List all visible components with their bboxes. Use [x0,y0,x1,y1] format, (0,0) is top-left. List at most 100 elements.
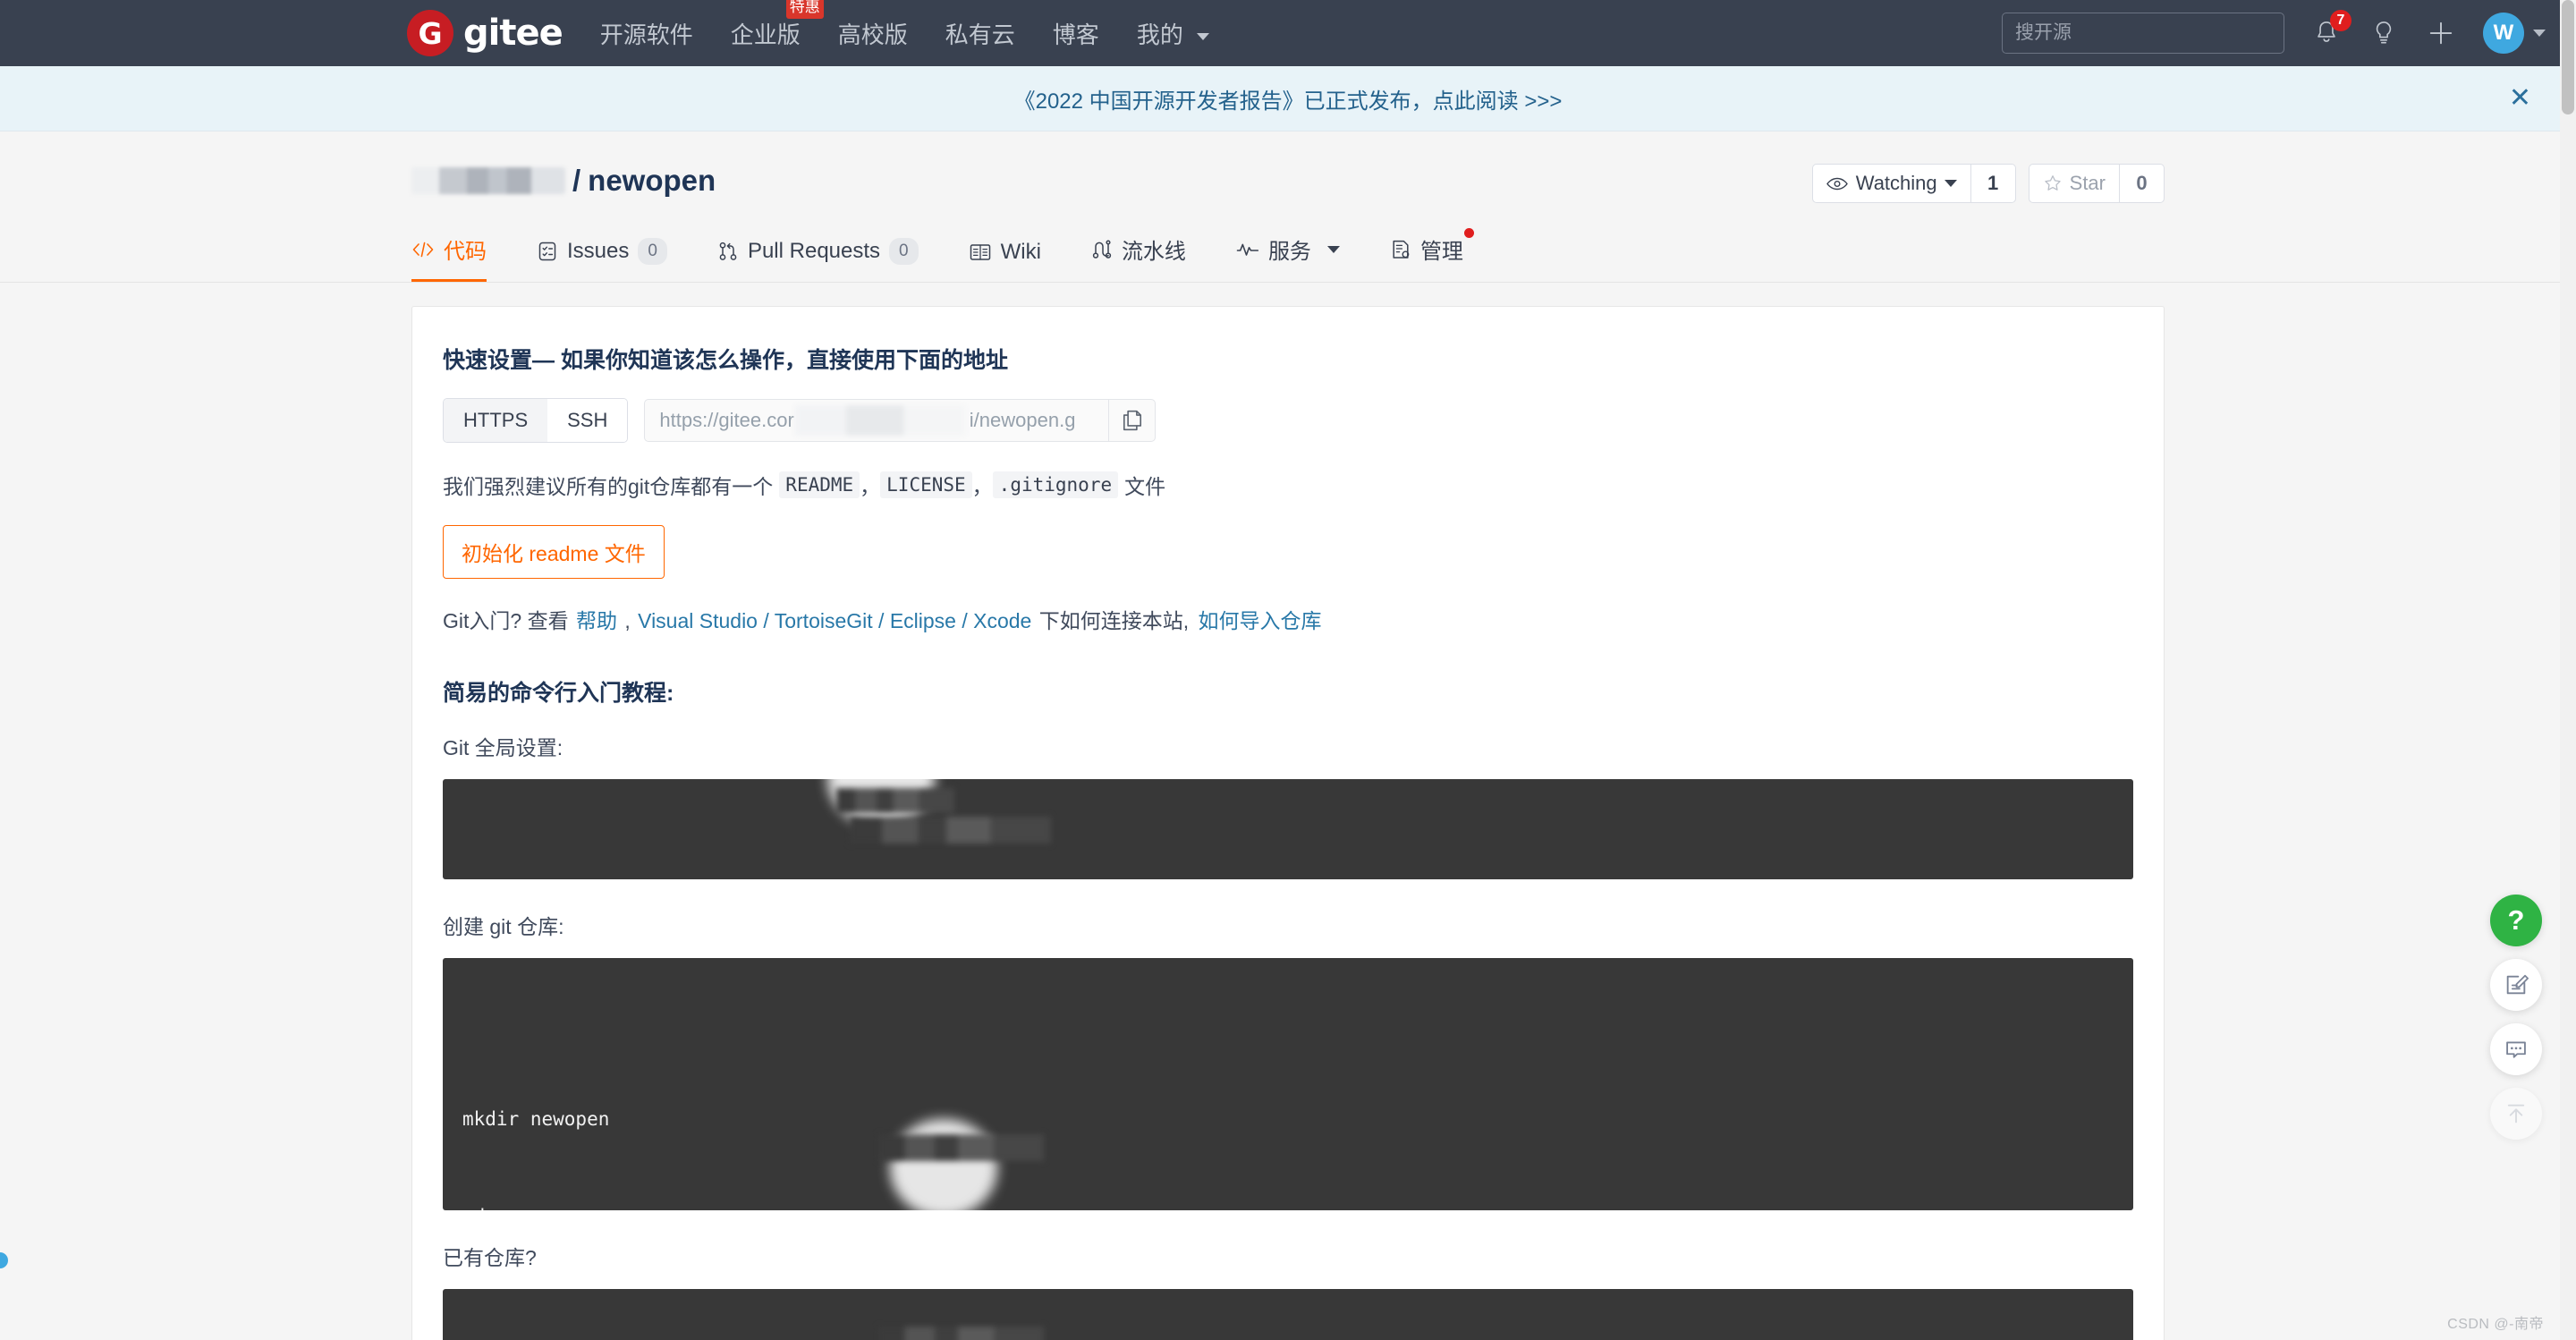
license-chip: LICENSE [880,471,972,498]
tab-pipeline[interactable]: 流水线 [1091,221,1186,282]
protocol-ssh-button[interactable]: SSH [547,399,628,442]
announcement-link[interactable]: 《2022 中国开源开发者报告》已正式发布，点此阅读 >>> [1014,83,1563,114]
git-help-line: Git入门? 查看 帮助 , Visual Studio / TortoiseG… [443,604,2133,634]
search-input[interactable] [2002,13,2284,54]
create-repo-code-block[interactable]: mkdir newopen cd newopen git init touch … [443,958,2133,1210]
import-repo-link[interactable]: 如何导入仓库 [1199,609,1322,632]
tab-issues[interactable]: Issues 0 [537,225,667,282]
help-link[interactable]: 帮助 [576,609,617,632]
nav-item-enterprise[interactable]: 企业版 特惠 [730,0,824,59]
tab-label: 流水线 [1121,240,1186,264]
nav-item-label: 开源软件 [599,21,693,48]
repo-path-redacted [878,1134,1044,1161]
repo-path-redacted [878,1327,1044,1340]
tab-pull-requests[interactable]: Pull Requests 0 [717,225,919,282]
recommended-files-line: 我们强烈建议所有的git仓库都有一个 README ， LICENSE ， .g… [443,470,2133,500]
tab-count: 0 [638,238,667,265]
nav-right-cluster: 7 W [2002,10,2555,54]
nav-item-education[interactable]: 高校版 [838,8,908,59]
pull-request-icon [719,242,737,261]
notifications-button[interactable]: 7 [2311,10,2351,51]
gitignore-chip: .gitignore [992,471,1119,498]
email-redacted [850,817,1051,844]
floating-action-buttons: ? [2490,895,2542,1140]
tab-code[interactable]: 代码 [411,221,487,282]
code-line: cd newopen [462,1200,2114,1210]
clone-url-redacted [795,405,966,436]
nav-item-label: 我的 [1136,21,1183,48]
edit-icon [2506,974,2529,995]
tab-label: 管理 [1419,240,1463,264]
repository-tabs: 代码 Issues 0 Pull Requests 0 Wiki 流水线 服务 … [0,221,2576,283]
tutorial-title: 简易的命令行入门教程: [443,681,674,706]
nav-item-mine[interactable]: 我的 [1136,8,1210,59]
service-icon [1236,243,1259,256]
page-scrollbar[interactable] [2560,0,2576,1340]
nav-item-opensource[interactable]: 开源软件 [600,8,693,59]
scrollbar-thumb[interactable] [2562,0,2574,114]
copy-url-button[interactable] [1109,399,1157,442]
watch-button[interactable]: Watching [1811,164,1971,203]
nav-item-label: 博客 [1052,21,1099,48]
suggestion-button[interactable] [2368,15,2399,51]
help-separator: , [624,609,631,632]
avatar[interactable]: W [2483,13,2524,54]
tab-manage[interactable]: 管理 [1390,221,1474,282]
tab-services[interactable]: 服务 [1236,221,1340,282]
nav-item-label: 私有云 [945,21,1015,48]
close-icon[interactable]: ✕ [2509,85,2531,112]
recommend-suffix: 文件 [1124,475,1166,498]
code-line: mkdir newopen [462,1108,610,1131]
star-button[interactable]: Star [2028,164,2120,203]
watermark: CSDN @-南帝 [2447,1317,2544,1332]
help-prefix: Git入门? 查看 [443,609,569,632]
back-to-top-fab[interactable] [2490,1088,2542,1140]
tab-label: 服务 [1267,240,1311,264]
plus-icon [2429,21,2453,45]
username-redacted [836,788,954,813]
gitee-logo[interactable]: G gitee [407,10,564,56]
redaction-overlay [890,1119,997,1210]
ide-guide-link[interactable]: Visual Studio / TortoiseGit / Eclipse / … [638,609,1031,632]
star-count[interactable]: 0 [2120,164,2165,203]
readme-chip: README [779,471,860,498]
create-new-button[interactable] [2426,15,2456,51]
existing-repo-code-block[interactable]: cd existing_git_repo git remote add orig… [443,1289,2133,1340]
chat-fab[interactable] [2490,1023,2542,1075]
quick-setup-card: 快速设置— 如果你知道该怎么操作，直接使用下面的地址 HTTPS SSH htt… [411,306,2165,1340]
manage-icon [1393,240,1410,259]
feedback-edit-fab[interactable] [2490,959,2542,1011]
primary-nav-items: 开源软件 企业版 特惠 高校版 私有云 博客 我的 [600,0,1247,59]
protocol-https-button[interactable]: HTTPS [444,399,548,442]
clone-url-input[interactable]: https://gitee.cor i/newopen.g [644,399,1110,442]
tab-label: Issues [567,239,630,264]
notification-badge: 7 [2330,10,2351,31]
nav-item-label: 企业版 [730,21,801,48]
gitee-logo-icon: G [407,10,453,56]
issue-icon [538,242,556,261]
recommend-prefix: 我们强烈建议所有的git仓库都有一个 [443,475,774,498]
pipeline-icon [1092,239,1112,259]
clone-url-prefix: https://gitee.cor [659,409,794,431]
nav-item-blog[interactable]: 博客 [1053,8,1099,59]
clone-url-row: HTTPS SSH https://gitee.cor i/newopen.g [443,398,2133,443]
tab-label: 代码 [444,240,487,264]
global-config-code-block[interactable]: git config --global user.name git config… [443,779,2133,879]
star-icon [2044,175,2061,191]
repository-owner-redacted[interactable] [411,167,565,194]
watch-button-group: Watching 1 [1811,164,2016,203]
chevron-down-icon[interactable] [2533,30,2546,37]
arrow-up-icon [2507,1104,2525,1124]
page-title[interactable]: newopen [588,164,716,198]
nav-item-private-cloud[interactable]: 私有云 [945,8,1015,59]
repository-actions: Watching 1 Star 0 [1800,164,2165,203]
tab-label: Pull Requests [747,239,881,264]
init-readme-button[interactable]: 初始化 readme 文件 [443,525,665,579]
gitee-repository-page: G gitee 开源软件 企业版 特惠 高校版 私有云 博客 我的 搜开源 7 … [0,0,2576,1340]
chevron-down-icon [1944,180,1957,187]
watch-count[interactable]: 1 [1970,164,2016,203]
help-fab[interactable]: ? [2490,895,2542,946]
tab-wiki[interactable]: Wiki [969,227,1041,282]
help-fab-label: ? [2507,904,2525,936]
gitee-logo-text: gitee [463,13,564,54]
